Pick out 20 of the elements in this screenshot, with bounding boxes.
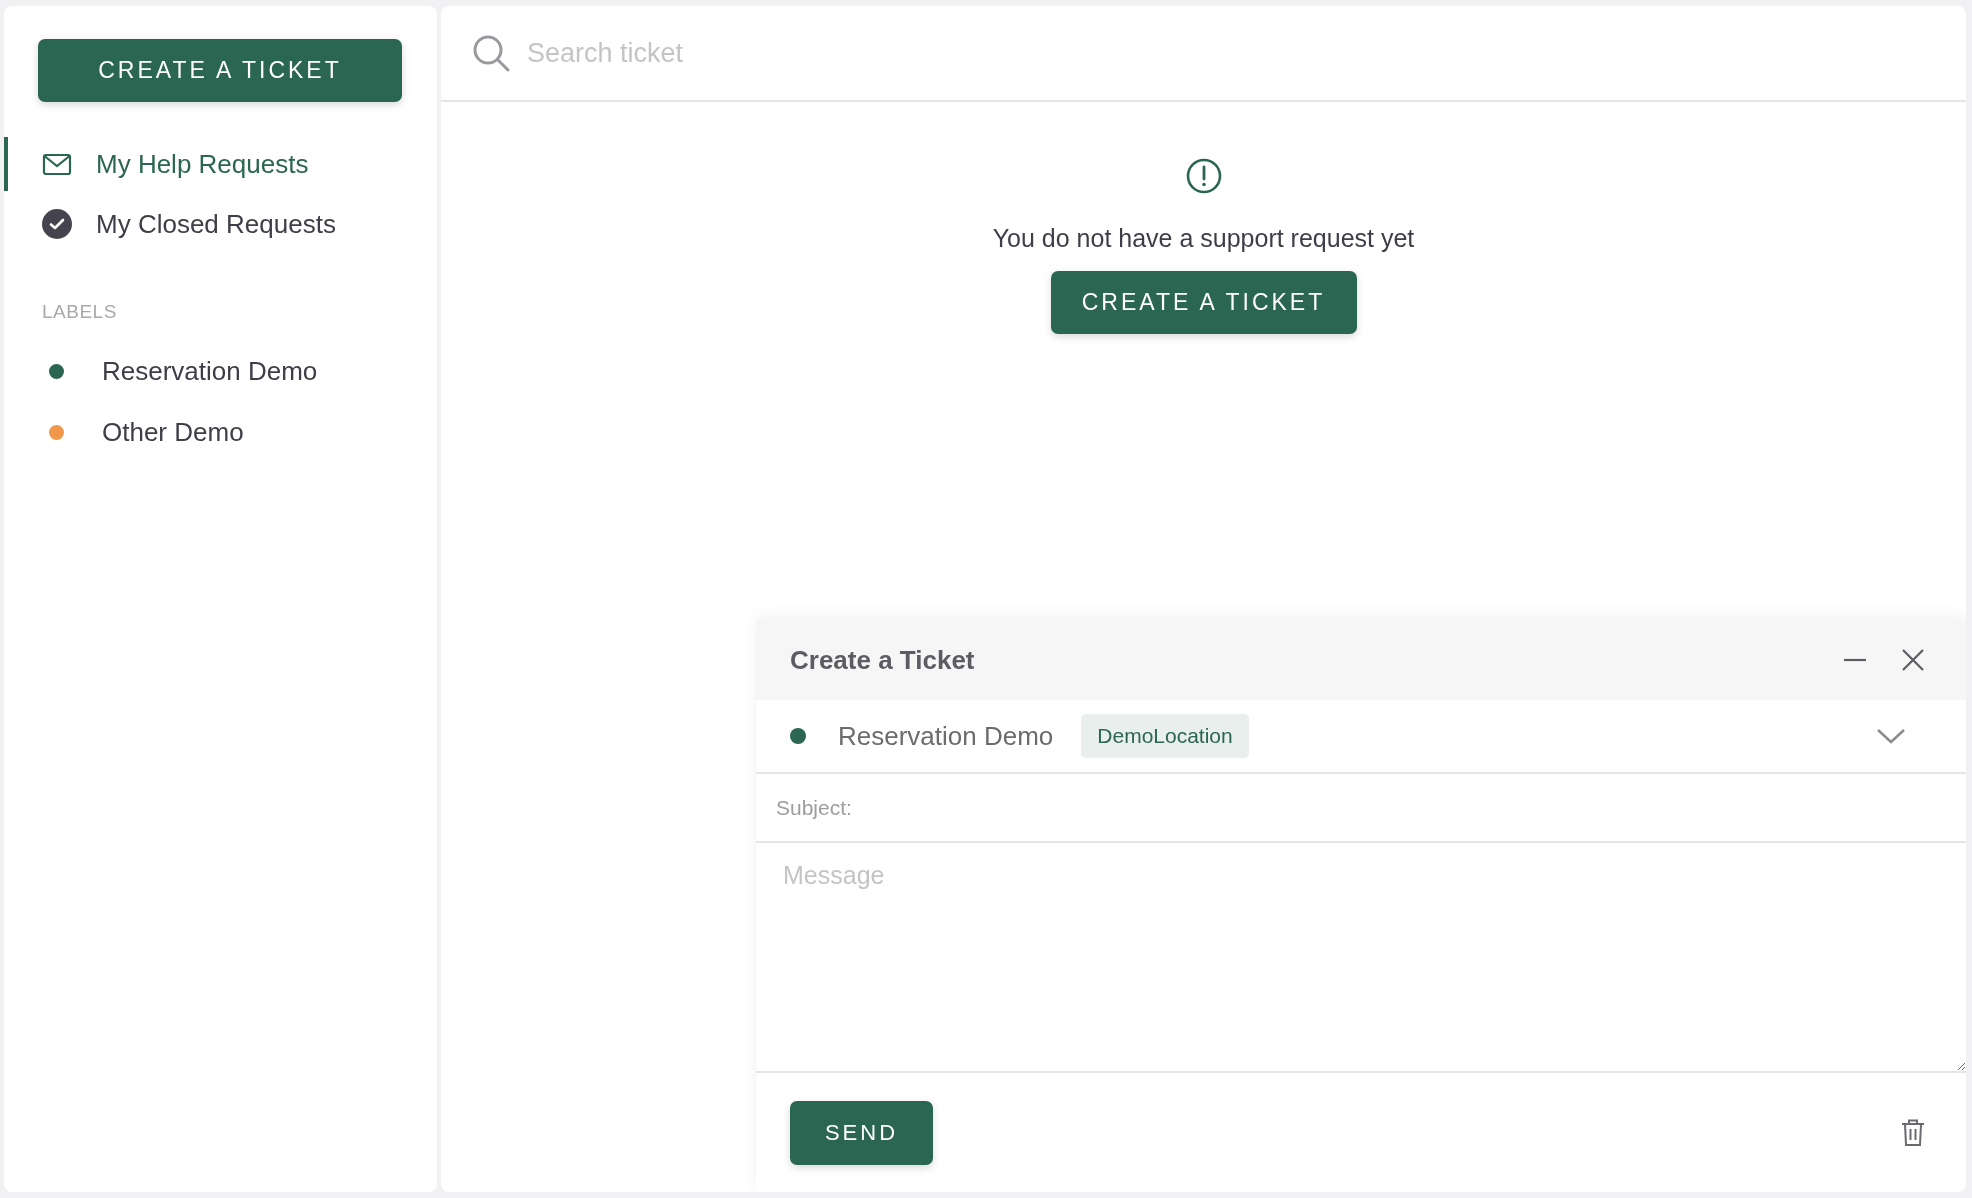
labels-heading: LABELS [42,301,118,323]
empty-message: You do not have a support request yet [992,224,1415,253]
message-field[interactable]: Message [756,843,1966,1073]
nav-item[interactable]: My Closed Requests [4,197,437,251]
create-ticket-button[interactable]: CREATE A TICKET [38,39,402,102]
alert-icon [1185,158,1222,194]
label-item[interactable]: Other Demo [4,402,437,463]
chevron-down-icon [1876,727,1906,745]
search-icon [471,33,511,73]
close-icon[interactable] [1900,647,1926,673]
trash-icon[interactable] [1900,1117,1926,1148]
nav-item[interactable]: My Help Requests [4,137,437,191]
create-ticket-button[interactable]: CREATE A TICKET [1050,271,1357,334]
subject-field[interactable]: Subject: [756,774,1966,843]
location-tag: DemoLocation [1081,714,1249,758]
label-item[interactable]: Reservation Demo [4,341,437,402]
envelope-icon [42,152,72,176]
send-button[interactable]: SEND [790,1100,933,1165]
check-circle-icon [42,209,72,239]
compose-title: Create a Ticket [790,644,976,676]
